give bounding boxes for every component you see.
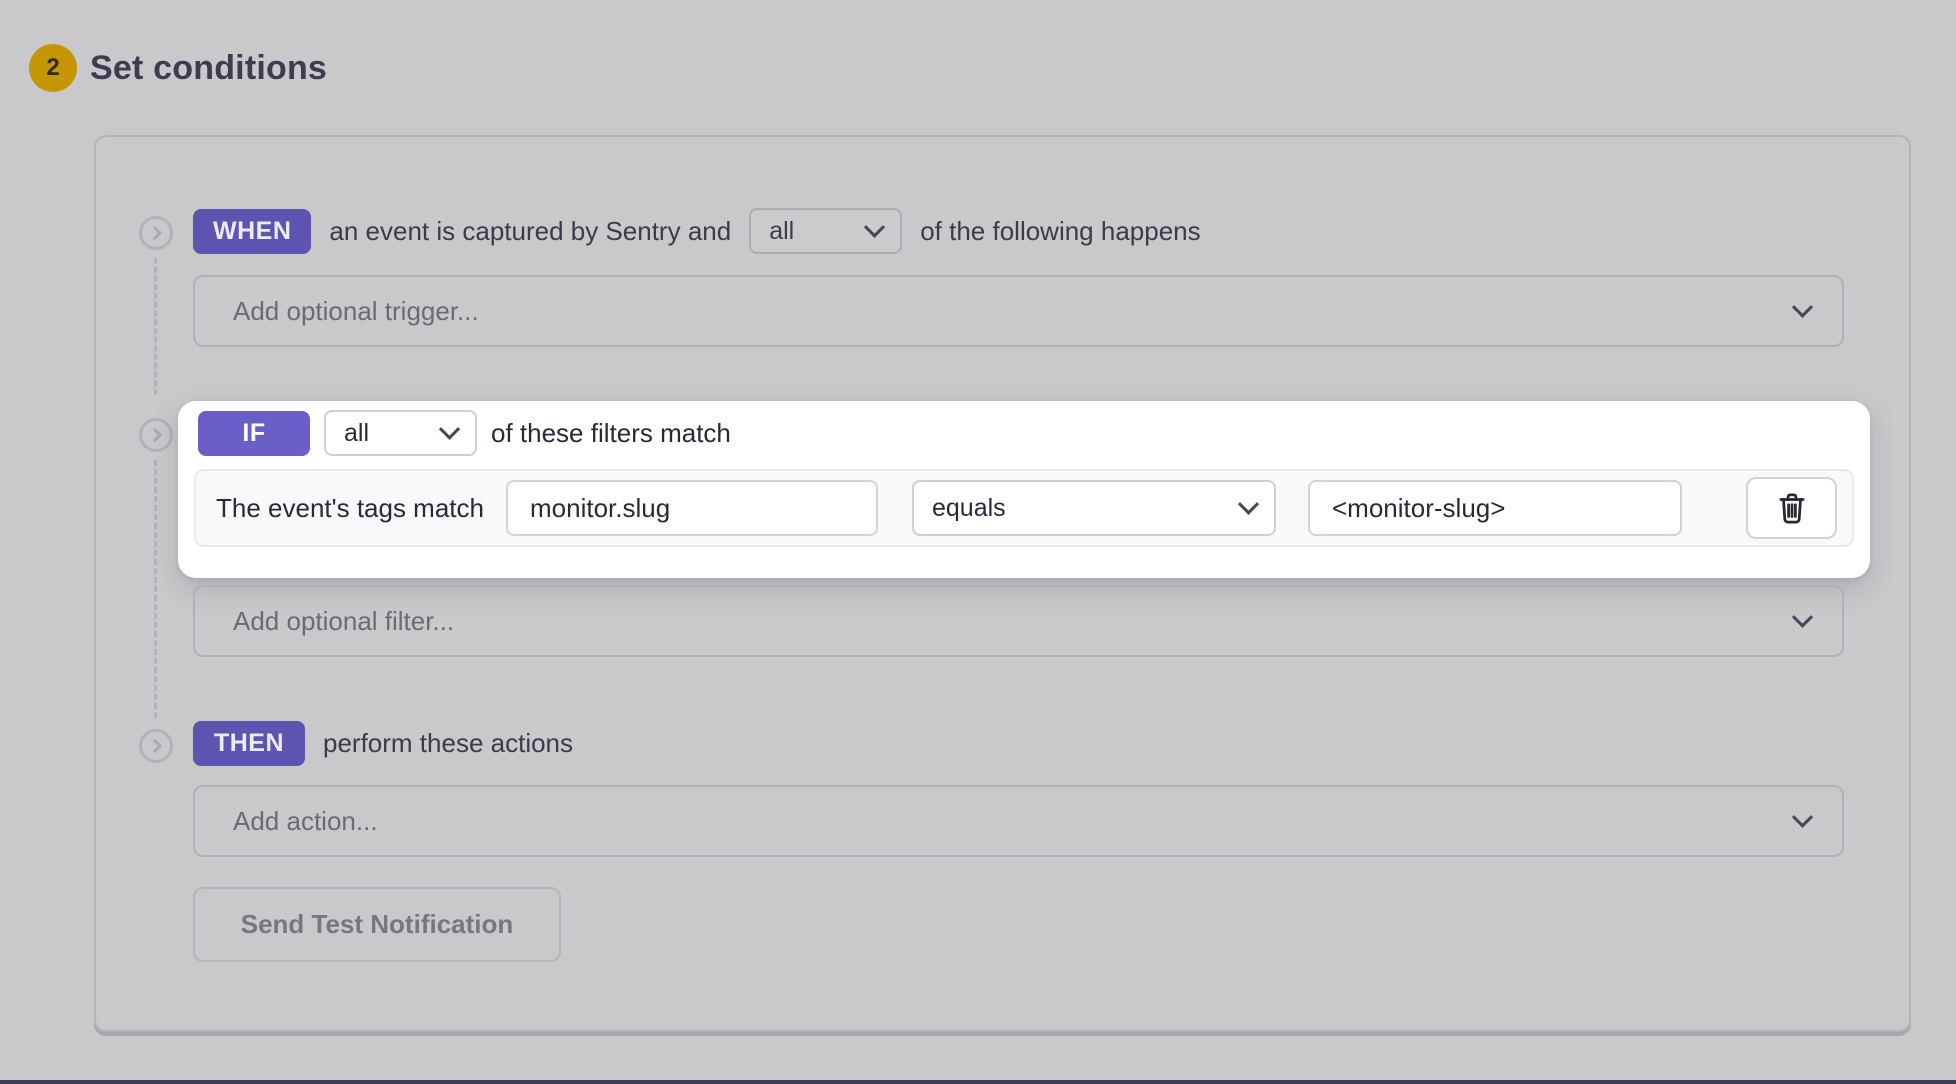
chevron-down-icon: [1238, 493, 1259, 514]
if-filter-card: IF all of these filters match The event'…: [178, 401, 1870, 578]
chevron-down-icon: [1792, 296, 1813, 317]
step-connector: [154, 258, 157, 395]
chevron-right-icon: [139, 418, 173, 452]
trash-icon: [1776, 491, 1808, 525]
then-row: THEN perform these actions: [193, 721, 573, 766]
chevron-right-icon: [139, 216, 173, 250]
when-match-select[interactable]: all: [749, 208, 902, 254]
then-text-after: perform these actions: [323, 728, 573, 759]
filter-value-input[interactable]: [1308, 480, 1682, 536]
delete-filter-button[interactable]: [1746, 477, 1837, 539]
chevron-down-icon: [1792, 606, 1813, 627]
filter-operator-select[interactable]: equals: [912, 480, 1276, 536]
chevron-down-icon: [864, 216, 885, 237]
then-badge: THEN: [193, 721, 305, 766]
bottom-edge-bar: [0, 1080, 1956, 1084]
chevron-right-glyph: [147, 226, 161, 240]
chevron-down-icon: [1792, 806, 1813, 827]
conditions-panel: WHEN an event is captured by Sentry and …: [94, 135, 1911, 1032]
filter-condition-row: The event's tags match equals: [194, 469, 1854, 547]
filter-operator-value: equals: [932, 494, 1006, 523]
add-filter-placeholder: Add optional filter...: [233, 606, 454, 637]
chevron-right-glyph: [147, 428, 161, 442]
when-text-before: an event is captured by Sentry and: [329, 216, 731, 247]
chevron-right-icon: [139, 729, 173, 763]
if-text-after: of these filters match: [491, 418, 731, 449]
add-trigger-select[interactable]: Add optional trigger...: [193, 275, 1844, 347]
page-title: Set conditions: [90, 49, 327, 88]
step-connector: [154, 460, 157, 718]
if-match-value: all: [344, 419, 369, 448]
send-test-notification-button[interactable]: Send Test Notification: [193, 887, 561, 962]
if-row: IF all of these filters match: [198, 410, 731, 456]
add-action-placeholder: Add action...: [233, 806, 378, 837]
filter-label: The event's tags match: [216, 493, 484, 524]
step-header: 2 Set conditions: [29, 44, 327, 92]
add-action-select[interactable]: Add action...: [193, 785, 1844, 857]
filter-key-input[interactable]: [506, 480, 878, 536]
if-badge: IF: [198, 411, 310, 456]
chevron-down-icon: [439, 418, 460, 439]
when-text-after: of the following happens: [920, 216, 1200, 247]
step-number-badge: 2: [29, 44, 77, 92]
when-match-value: all: [769, 217, 794, 246]
when-badge: WHEN: [193, 209, 311, 254]
if-match-select[interactable]: all: [324, 410, 477, 456]
when-row: WHEN an event is captured by Sentry and …: [193, 208, 1201, 254]
add-filter-select[interactable]: Add optional filter...: [193, 585, 1844, 657]
add-trigger-placeholder: Add optional trigger...: [233, 296, 479, 327]
chevron-right-glyph: [147, 739, 161, 753]
